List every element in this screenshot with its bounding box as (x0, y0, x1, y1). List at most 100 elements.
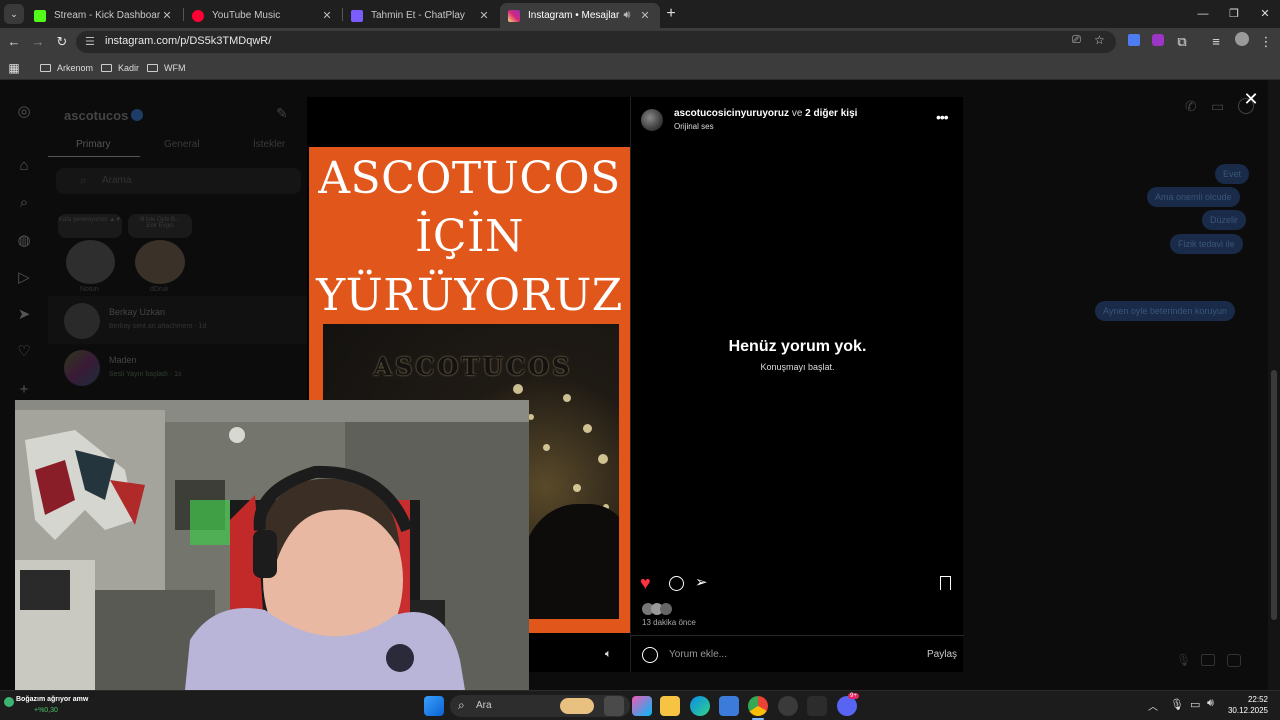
folder-icon (147, 64, 158, 72)
tab-primary[interactable]: Primary (76, 139, 110, 150)
bookmark-star-icon[interactable]: ☆ (1094, 33, 1105, 47)
note-bubble[interactable]: Kafa yeremiyorum ▲▼ (58, 214, 122, 238)
avatar[interactable] (135, 240, 185, 284)
avatar (64, 350, 100, 386)
speaker-icon[interactable]: 🔊︎ (620, 9, 634, 22)
bookmark-wfm[interactable]: WFM (147, 60, 186, 76)
chat-name: Maden (109, 355, 137, 365)
reload-icon[interactable]: ↻ (52, 32, 72, 52)
liked-by-avatars[interactable] (642, 603, 676, 615)
back-icon[interactable]: ← (4, 32, 24, 52)
messages-icon[interactable]: ➤ (14, 305, 34, 325)
tab-general[interactable]: General (164, 139, 200, 150)
new-tab-button[interactable]: + (656, 4, 686, 24)
video-call-icon[interactable]: ▭ (1211, 98, 1224, 115)
image-icon[interactable] (1201, 654, 1215, 666)
tab-search-button[interactable]: ⌄ (4, 4, 24, 24)
tab-chatplay[interactable]: Tahmin Et - ChatPlay ✕ (343, 3, 499, 28)
bookmark-arkenom[interactable]: Arkenom (40, 60, 93, 76)
cast-icon[interactable]: ⎚ (1072, 34, 1081, 47)
volume-icon[interactable]: 🔊︎ (1207, 697, 1214, 710)
media-control-icon[interactable]: ≡ (1206, 32, 1226, 52)
comment-icon[interactable] (669, 576, 684, 591)
show-hidden-icons[interactable]: ︿ (1148, 698, 1158, 713)
edge-icon[interactable] (690, 696, 710, 716)
extension-purple-icon[interactable] (1148, 32, 1168, 52)
tab-title: Tahmin Et - ChatPlay (371, 10, 465, 21)
more-options-icon[interactable]: ••• (936, 109, 949, 125)
reels-icon[interactable]: ▷ (14, 268, 34, 288)
account-username[interactable]: ascotucos (64, 108, 128, 123)
compose-icon[interactable]: ✎ (276, 105, 288, 122)
file-explorer-icon[interactable] (660, 696, 680, 716)
close-icon[interactable]: ✕ (638, 9, 652, 22)
bookmarks-bar: ▦ Arkenom Kadir WFM (0, 56, 1280, 80)
ticker-value: +%0,30 (34, 707, 58, 714)
network-icon[interactable]: ▭ (1190, 698, 1200, 711)
empty-comments-title: Henüz yorum yok. (728, 338, 867, 355)
copilot-icon[interactable] (632, 696, 652, 716)
apps-grid-icon[interactable]: ▦ (4, 58, 24, 78)
sticker-icon[interactable] (1227, 654, 1241, 667)
chrome-icon[interactable] (748, 696, 768, 716)
minimize-button[interactable]: — (1188, 4, 1218, 24)
verified-badge-icon (131, 109, 143, 121)
save-bookmark-icon[interactable] (940, 576, 951, 590)
emoji-icon[interactable] (642, 647, 658, 663)
clock-date[interactable]: 30.12.2025 (1222, 706, 1268, 715)
discord-icon[interactable] (837, 696, 857, 716)
scrollbar-thumb[interactable] (1271, 370, 1277, 620)
note-bubble[interactable]: Ill İsle Oyle B... Enir Evgin (128, 214, 192, 238)
explore-icon[interactable]: ◍ (14, 231, 34, 251)
create-plus-icon[interactable]: + (14, 380, 34, 400)
close-icon[interactable]: ✕ (320, 9, 334, 22)
tab-requests[interactable]: İstekler (253, 139, 285, 150)
modal-close-icon[interactable]: ✕ (1240, 88, 1262, 110)
author-username[interactable]: ascotucosicinyuruyoruz (674, 108, 789, 119)
bookmark-kadir[interactable]: Kadir (101, 60, 139, 76)
chat-row[interactable]: Maden Sesli Yayın başladı · 1s (48, 344, 307, 392)
audio-label[interactable]: Orijinal ses (674, 122, 714, 131)
home-icon[interactable]: ⌂ (14, 156, 34, 176)
call-icon[interactable]: ✆ (1185, 98, 1197, 115)
poster-line: İÇİN (415, 211, 524, 262)
chat-row[interactable]: Berkay Uzkan Berkay sent an attachment ·… (48, 296, 307, 344)
like-heart-icon[interactable]: ♥ (640, 573, 651, 594)
window-close-button[interactable]: ✕ (1250, 4, 1280, 24)
tab-kick-dashboard[interactable]: Stream - Kick Dashboard ✕ (26, 3, 182, 28)
menu-kebab-icon[interactable]: ⋮ (1256, 32, 1276, 52)
tab-youtube-music[interactable]: YouTube Music ✕ (184, 3, 342, 28)
search-icon[interactable]: ⌕ (14, 193, 34, 213)
task-view-icon[interactable] (604, 696, 624, 716)
close-icon[interactable]: ✕ (477, 9, 491, 22)
search-field[interactable]: ⌕ Arama (56, 168, 301, 194)
windows-start-icon[interactable] (424, 696, 444, 716)
comment-input[interactable]: Yorum ekle... (669, 649, 727, 660)
avatar[interactable] (66, 240, 115, 284)
other-authors-link[interactable]: 2 diğer kişi (805, 108, 857, 119)
instagram-logo-icon[interactable]: ◎ (14, 102, 34, 122)
mic-icon[interactable]: 🎙︎ (1176, 653, 1191, 667)
taskbar-search[interactable]: ⌕ Ara (450, 695, 630, 717)
address-bar[interactable]: ☰ instagram.com/p/DS5k3TMDqwR/ ⎚ ☆ (76, 31, 1116, 53)
stock-widget[interactable]: Boğazım ağrıyor amw +%0,30 (4, 694, 164, 718)
site-info-icon[interactable]: ☰ (85, 35, 95, 48)
post-comment-button[interactable]: Paylaş (927, 649, 957, 660)
mute-icon[interactable]: 🔈︎ (605, 648, 612, 661)
share-paper-plane-icon[interactable]: ➢ (695, 573, 708, 591)
close-icon[interactable]: ✕ (160, 9, 174, 22)
notifications-heart-icon[interactable]: ♡ (14, 342, 34, 362)
app-back-icon[interactable] (807, 696, 827, 716)
clock-time[interactable]: 22:52 (1232, 695, 1268, 704)
translate-extension-icon[interactable] (1124, 32, 1144, 52)
microphone-icon[interactable]: 🎙︎ (1170, 698, 1184, 711)
author-avatar[interactable] (641, 109, 663, 131)
restore-button[interactable]: ❐ (1219, 4, 1249, 24)
profile-avatar-icon[interactable] (1232, 32, 1252, 52)
app-clock-icon[interactable] (778, 696, 798, 716)
forward-icon[interactable]: → (28, 32, 48, 52)
browser-toolbar: ← → ↻ ☰ instagram.com/p/DS5k3TMDqwR/ ⎚ ☆… (0, 28, 1280, 56)
extensions-puzzle-icon[interactable]: ⧉ (1172, 32, 1192, 52)
tab-instagram[interactable]: Instagram • Mesajlar 🔊︎ ✕ (500, 3, 660, 28)
store-icon[interactable] (719, 696, 739, 716)
